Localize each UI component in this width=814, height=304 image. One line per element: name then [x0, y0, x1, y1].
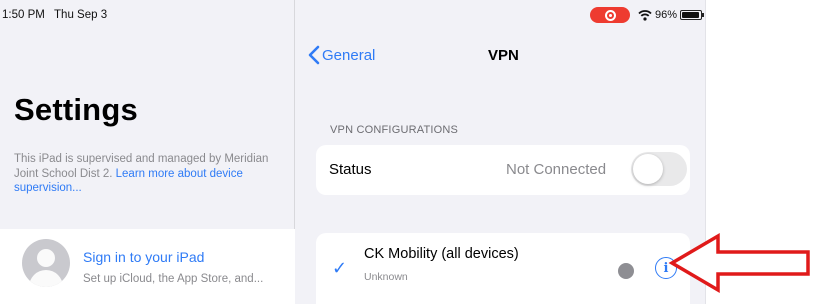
status-bar: 1:50 PM Thu Sep 3 96%	[0, 0, 705, 30]
sign-in-card[interactable]: Sign in to your iPad Set up iCloud, the …	[0, 229, 295, 304]
toggle-knob	[633, 154, 663, 184]
section-header: VPN CONFIGURATIONS	[330, 124, 459, 136]
status-value: Not Connected	[506, 161, 607, 178]
info-icon: i	[663, 260, 669, 276]
nav-title: VPN	[488, 47, 519, 64]
record-icon	[590, 7, 630, 23]
vpn-subtitle: Unknown	[364, 271, 408, 283]
checkmark-icon: ✓	[332, 258, 348, 278]
battery-percent: 96%	[655, 9, 678, 21]
status-indicators: 96%	[590, 7, 705, 23]
sign-in-title[interactable]: Sign in to your iPad	[83, 249, 204, 265]
status-dot-icon	[618, 263, 634, 279]
battery-fill	[682, 12, 700, 18]
settings-sidebar: Settings This iPad is supervised and man…	[0, 0, 295, 304]
status-time: 1:50 PM Thu Sep 3	[2, 9, 107, 21]
avatar-icon	[22, 239, 70, 287]
sign-in-subtitle: Set up iCloud, the App Store, and...	[83, 273, 264, 285]
status-time-value: 1:50 PM	[2, 9, 45, 21]
back-button[interactable]: General	[308, 45, 375, 65]
vpn-configuration-row[interactable]: ✓ CK Mobility (all devices) Unknown i	[316, 233, 690, 304]
ipad-screen: Settings This iPad is supervised and man…	[0, 0, 706, 304]
status-date: Thu Sep 3	[54, 9, 108, 21]
battery-icon	[680, 10, 705, 20]
vpn-name: CK Mobility (all devices)	[364, 246, 519, 262]
wifi-icon	[638, 10, 652, 21]
vpn-detail-pane: General VPN VPN CONFIGURATIONS Status No…	[296, 0, 705, 304]
info-button[interactable]: i	[655, 257, 677, 279]
supervision-note: This iPad is supervised and managed by M…	[14, 152, 276, 196]
page-title: Settings	[14, 92, 138, 127]
status-row: Status Not Connected	[316, 145, 690, 195]
back-label: General	[322, 46, 376, 64]
chevron-left-icon	[308, 45, 320, 65]
vpn-status-toggle[interactable]	[631, 152, 687, 186]
status-label: Status	[329, 161, 372, 178]
